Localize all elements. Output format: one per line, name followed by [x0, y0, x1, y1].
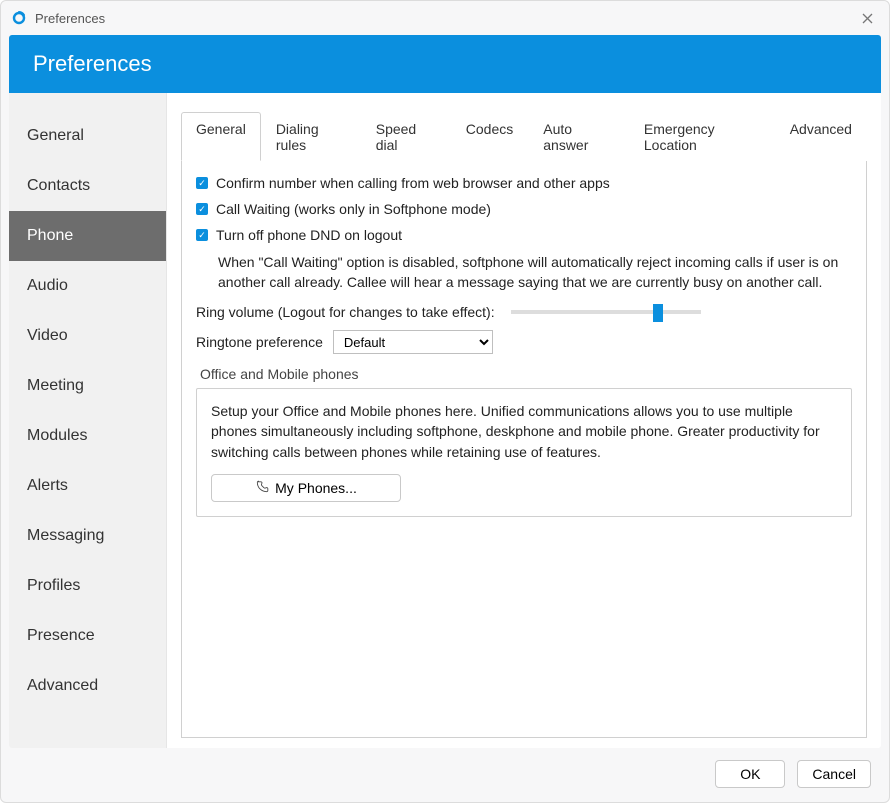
checkbox-label: Turn off phone DND on logout [216, 227, 402, 243]
phone-icon [255, 480, 269, 497]
sidebar-item-label: Phone [27, 227, 73, 244]
sidebar-item-phone[interactable]: Phone [9, 211, 166, 261]
tab-speed-dial[interactable]: Speed dial [361, 112, 451, 161]
tab-dialing-rules[interactable]: Dialing rules [261, 112, 361, 161]
sidebar: General Contacts Phone Audio Video Meeti… [9, 93, 167, 748]
call-waiting-note: When "Call Waiting" option is disabled, … [218, 253, 852, 292]
banner-title: Preferences [33, 51, 152, 77]
app-icon [11, 10, 27, 26]
my-phones-button[interactable]: My Phones... [211, 474, 401, 502]
sidebar-item-label: Profiles [27, 577, 80, 594]
titlebar: Preferences [1, 1, 889, 35]
checkbox-label: Confirm number when calling from web bro… [216, 175, 610, 191]
tabpanel-general: ✓ Confirm number when calling from web b… [181, 161, 867, 738]
office-description: Setup your Office and Mobile phones here… [211, 401, 837, 462]
body: General Contacts Phone Audio Video Meeti… [9, 93, 881, 748]
tabs: General Dialing rules Speed dial Codecs … [181, 111, 867, 161]
ring-volume-slider[interactable] [511, 310, 701, 314]
tab-advanced[interactable]: Advanced [775, 112, 867, 161]
sidebar-item-label: Audio [27, 277, 68, 294]
sidebar-item-video[interactable]: Video [9, 311, 166, 361]
checkbox-icon: ✓ [196, 177, 208, 189]
office-fieldset: Setup your Office and Mobile phones here… [196, 388, 852, 517]
sidebar-item-messaging[interactable]: Messaging [9, 511, 166, 561]
sidebar-item-contacts[interactable]: Contacts [9, 161, 166, 211]
sidebar-item-alerts[interactable]: Alerts [9, 461, 166, 511]
check-dnd-logout[interactable]: ✓ Turn off phone DND on logout [196, 227, 852, 243]
tab-auto-answer[interactable]: Auto answer [528, 112, 629, 161]
ring-volume-label: Ring volume (Logout for changes to take … [196, 304, 495, 320]
preferences-window: Preferences Preferences General Contacts… [0, 0, 890, 803]
sidebar-item-audio[interactable]: Audio [9, 261, 166, 311]
ok-button[interactable]: OK [715, 760, 785, 788]
sidebar-item-label: Meeting [27, 377, 84, 394]
ringtone-row: Ringtone preference Default [196, 330, 852, 354]
sidebar-item-label: Presence [27, 627, 95, 644]
tab-codecs[interactable]: Codecs [451, 112, 528, 161]
checkbox-icon: ✓ [196, 203, 208, 215]
tab-emergency-location[interactable]: Emergency Location [629, 112, 775, 161]
main: General Dialing rules Speed dial Codecs … [167, 93, 881, 748]
sidebar-item-general[interactable]: General [9, 111, 166, 161]
sidebar-item-label: General [27, 127, 84, 144]
sidebar-item-label: Video [27, 327, 68, 344]
cancel-button[interactable]: Cancel [797, 760, 871, 788]
sidebar-item-advanced[interactable]: Advanced [9, 661, 166, 711]
sidebar-item-modules[interactable]: Modules [9, 411, 166, 461]
sidebar-item-label: Modules [27, 427, 87, 444]
checkbox-label: Call Waiting (works only in Softphone mo… [216, 201, 491, 217]
footer: OK Cancel [1, 748, 889, 802]
checkbox-icon: ✓ [196, 229, 208, 241]
office-section-title: Office and Mobile phones [200, 366, 852, 382]
banner: Preferences [9, 35, 881, 93]
sidebar-item-meeting[interactable]: Meeting [9, 361, 166, 411]
ring-volume-row: Ring volume (Logout for changes to take … [196, 304, 852, 320]
check-call-waiting[interactable]: ✓ Call Waiting (works only in Softphone … [196, 201, 852, 217]
sidebar-item-label: Contacts [27, 177, 90, 194]
sidebar-item-presence[interactable]: Presence [9, 611, 166, 661]
sidebar-item-profiles[interactable]: Profiles [9, 561, 166, 611]
window-title: Preferences [35, 11, 105, 26]
sidebar-item-label: Alerts [27, 477, 68, 494]
sidebar-item-label: Messaging [27, 527, 104, 544]
close-icon[interactable] [855, 6, 879, 30]
slider-thumb[interactable] [653, 304, 663, 322]
ringtone-select[interactable]: Default [333, 330, 493, 354]
my-phones-label: My Phones... [275, 480, 357, 496]
sidebar-item-label: Advanced [27, 677, 98, 694]
tab-general[interactable]: General [181, 112, 261, 161]
ringtone-label: Ringtone preference [196, 334, 323, 350]
check-confirm-number[interactable]: ✓ Confirm number when calling from web b… [196, 175, 852, 191]
